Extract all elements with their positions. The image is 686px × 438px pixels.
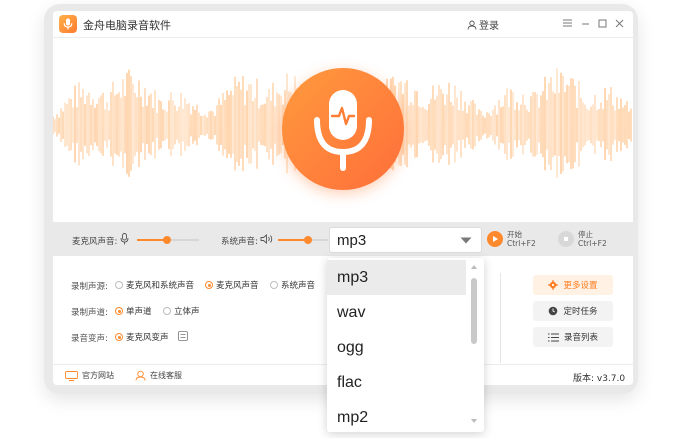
scheduled-task-button[interactable]: 定时任务 — [533, 301, 613, 321]
clock-icon — [549, 306, 558, 316]
menu-icon — [562, 19, 572, 27]
system-volume-knob[interactable] — [304, 236, 312, 244]
source-option-mic-label: 麦克风声音 — [216, 281, 259, 291]
recording-list-button[interactable]: 录音列表 — [533, 327, 613, 347]
format-select[interactable]: mp3 — [329, 227, 482, 253]
effect-option-label: 麦克风变声 — [126, 333, 169, 343]
channel-option-stereo-label: 立体声 — [174, 307, 200, 317]
more-settings-button[interactable]: 更多设置 — [533, 275, 613, 295]
format-option-flac[interactable]: flac — [327, 365, 466, 400]
official-website-link[interactable]: 官方网站 — [65, 370, 114, 381]
login-button[interactable]: 登录 — [467, 17, 499, 32]
format-option-ogg[interactable]: ogg — [327, 330, 466, 365]
dropdown-scrollbar[interactable] — [468, 264, 480, 426]
effect-option-mic[interactable]: 麦克风变声 — [115, 331, 169, 343]
system-volume-label: 系统声音: — [221, 237, 258, 247]
close-icon — [615, 19, 623, 27]
format-option-mp2[interactable]: mp2 — [327, 400, 466, 432]
channel-option-mono-label: 单声道 — [126, 307, 152, 317]
mic-volume-label: 麦克风声音: — [72, 237, 118, 247]
play-icon — [487, 231, 503, 247]
scrollbar-thumb[interactable] — [471, 278, 477, 344]
gear-icon — [548, 280, 559, 290]
source-option-system[interactable]: 系统声音 — [270, 279, 315, 291]
source-option-both[interactable]: 麦克风和系统声音 — [115, 279, 194, 291]
scheduled-task-label: 定时任务 — [563, 307, 598, 317]
list-icon — [547, 333, 559, 341]
start-button[interactable]: 开始 Ctrl+F2 — [487, 230, 536, 248]
speaker-icon — [260, 234, 273, 244]
effect-settings-icon[interactable] — [178, 331, 188, 341]
scroll-down-icon[interactable] — [470, 418, 478, 424]
login-label: 登录 — [479, 21, 499, 32]
minimize-icon — [581, 23, 589, 24]
channel-option-stereo[interactable]: 立体声 — [163, 305, 200, 317]
microphone-icon — [314, 90, 372, 171]
format-option-mp3[interactable]: mp3 — [327, 260, 466, 295]
channel-label: 录制声道: — [71, 308, 108, 318]
more-settings-label: 更多设置 — [563, 281, 598, 291]
radio-icon — [115, 307, 123, 315]
stop-button[interactable]: 停止 Ctrl+F2 — [558, 230, 607, 248]
radio-icon — [205, 281, 213, 289]
headset-icon — [135, 370, 146, 381]
radio-icon — [163, 307, 171, 315]
format-option-wav[interactable]: wav — [327, 295, 466, 330]
title-bar: 金舟电脑录音软件 登录 — [53, 11, 633, 38]
mic-volume-slider[interactable] — [137, 236, 199, 244]
source-option-mic[interactable]: 麦克风声音 — [205, 279, 259, 291]
start-shortcut: Ctrl+F2 — [507, 239, 536, 248]
app-title: 金舟电脑录音软件 — [83, 19, 171, 32]
monitor-icon — [65, 370, 78, 381]
source-option-both-label: 麦克风和系统声音 — [126, 281, 195, 291]
source-option-system-label: 系统声音 — [281, 281, 316, 291]
source-label: 录制声源: — [71, 282, 108, 292]
scroll-up-icon[interactable] — [470, 264, 478, 270]
divider — [500, 273, 501, 363]
channel-option-mono[interactable]: 单声道 — [115, 305, 152, 317]
version-label: 版本: v3.7.0 — [573, 374, 626, 384]
system-volume-slider[interactable] — [278, 236, 328, 244]
recording-list-label: 录音列表 — [563, 333, 598, 343]
format-dropdown-list: mp3 wav ogg flac mp2 — [327, 258, 484, 432]
radio-icon — [270, 281, 278, 289]
radio-icon — [115, 281, 123, 289]
stop-label: 停止 — [578, 230, 593, 239]
chevron-down-icon[interactable] — [451, 228, 481, 252]
official-website-label: 官方网站 — [82, 371, 114, 380]
record-mic-button[interactable] — [282, 68, 404, 190]
app-logo-icon — [59, 15, 77, 33]
effect-label: 录音变声: — [71, 334, 108, 344]
radio-icon — [115, 333, 123, 341]
microphone-small-icon — [120, 233, 129, 245]
start-label: 开始 — [507, 230, 522, 239]
stop-icon — [558, 231, 574, 247]
minimize-button[interactable] — [578, 16, 592, 30]
format-select-value: mp3 — [337, 232, 367, 249]
online-service-label: 在线客服 — [150, 371, 182, 380]
maximize-icon — [598, 19, 606, 27]
stop-shortcut: Ctrl+F2 — [578, 239, 607, 248]
mic-volume-knob[interactable] — [162, 236, 171, 244]
user-icon — [467, 20, 477, 30]
maximize-button[interactable] — [595, 16, 609, 30]
online-service-link[interactable]: 在线客服 — [135, 370, 182, 381]
close-button[interactable] — [612, 16, 626, 30]
menu-button[interactable] — [560, 16, 574, 30]
